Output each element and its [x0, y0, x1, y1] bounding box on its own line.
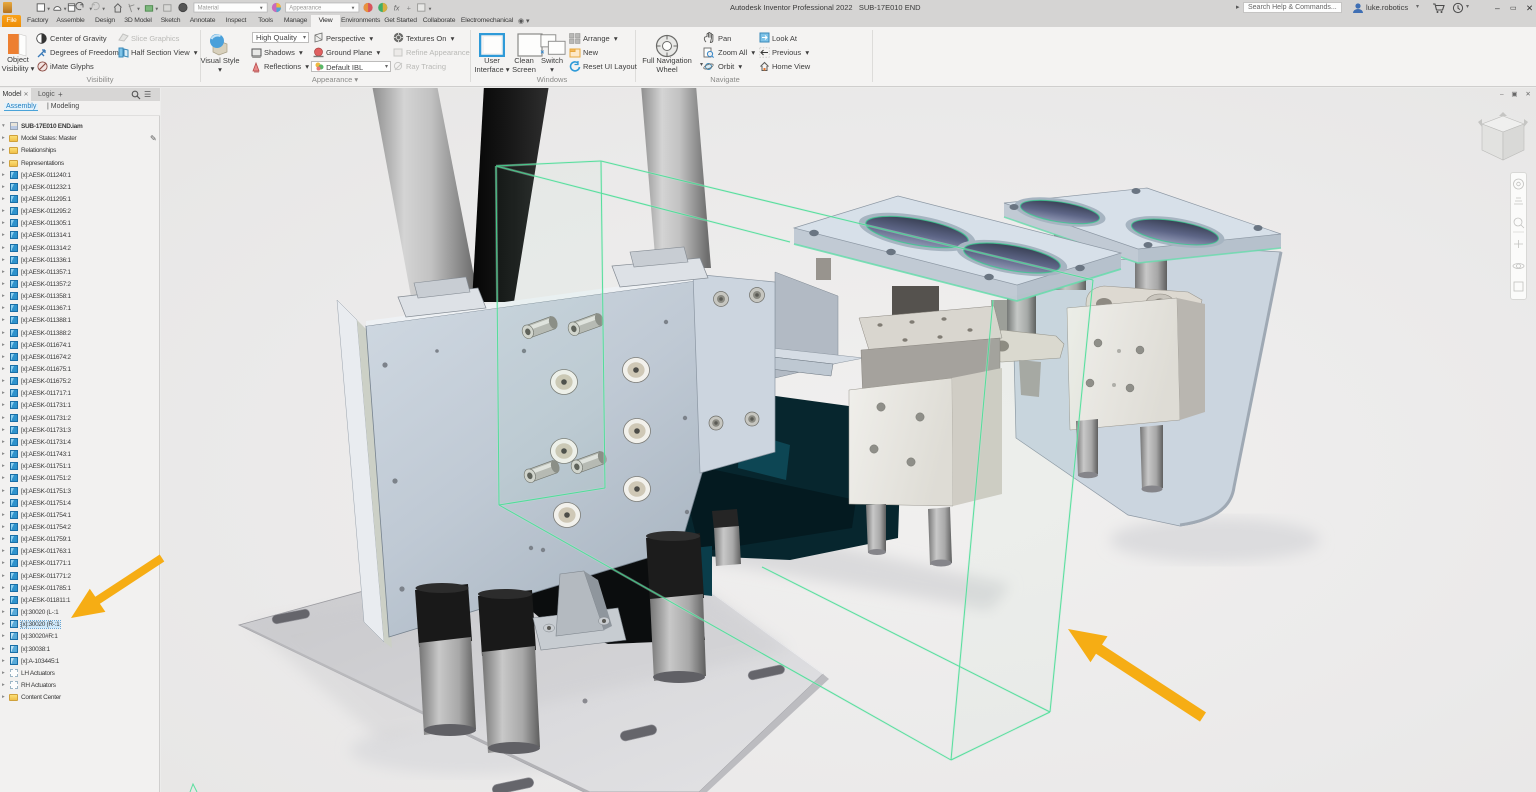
svg-text:▾: ▾ [64, 6, 67, 12]
svg-text:▾: ▾ [352, 5, 355, 11]
svg-text:fx: fx [394, 3, 400, 12]
svg-text:▾: ▾ [155, 6, 158, 12]
svg-text:+: + [407, 3, 411, 12]
svg-text:▾: ▾ [260, 5, 263, 11]
svg-text:▾: ▾ [102, 6, 105, 12]
svg-text:Appearance: Appearance [289, 5, 322, 11]
svg-text:▾: ▾ [137, 6, 140, 12]
svg-text:▾: ▾ [429, 6, 432, 12]
svg-text:Material: Material [198, 5, 219, 11]
svg-text:▾: ▾ [47, 6, 50, 12]
svg-text:▾: ▾ [89, 6, 92, 12]
